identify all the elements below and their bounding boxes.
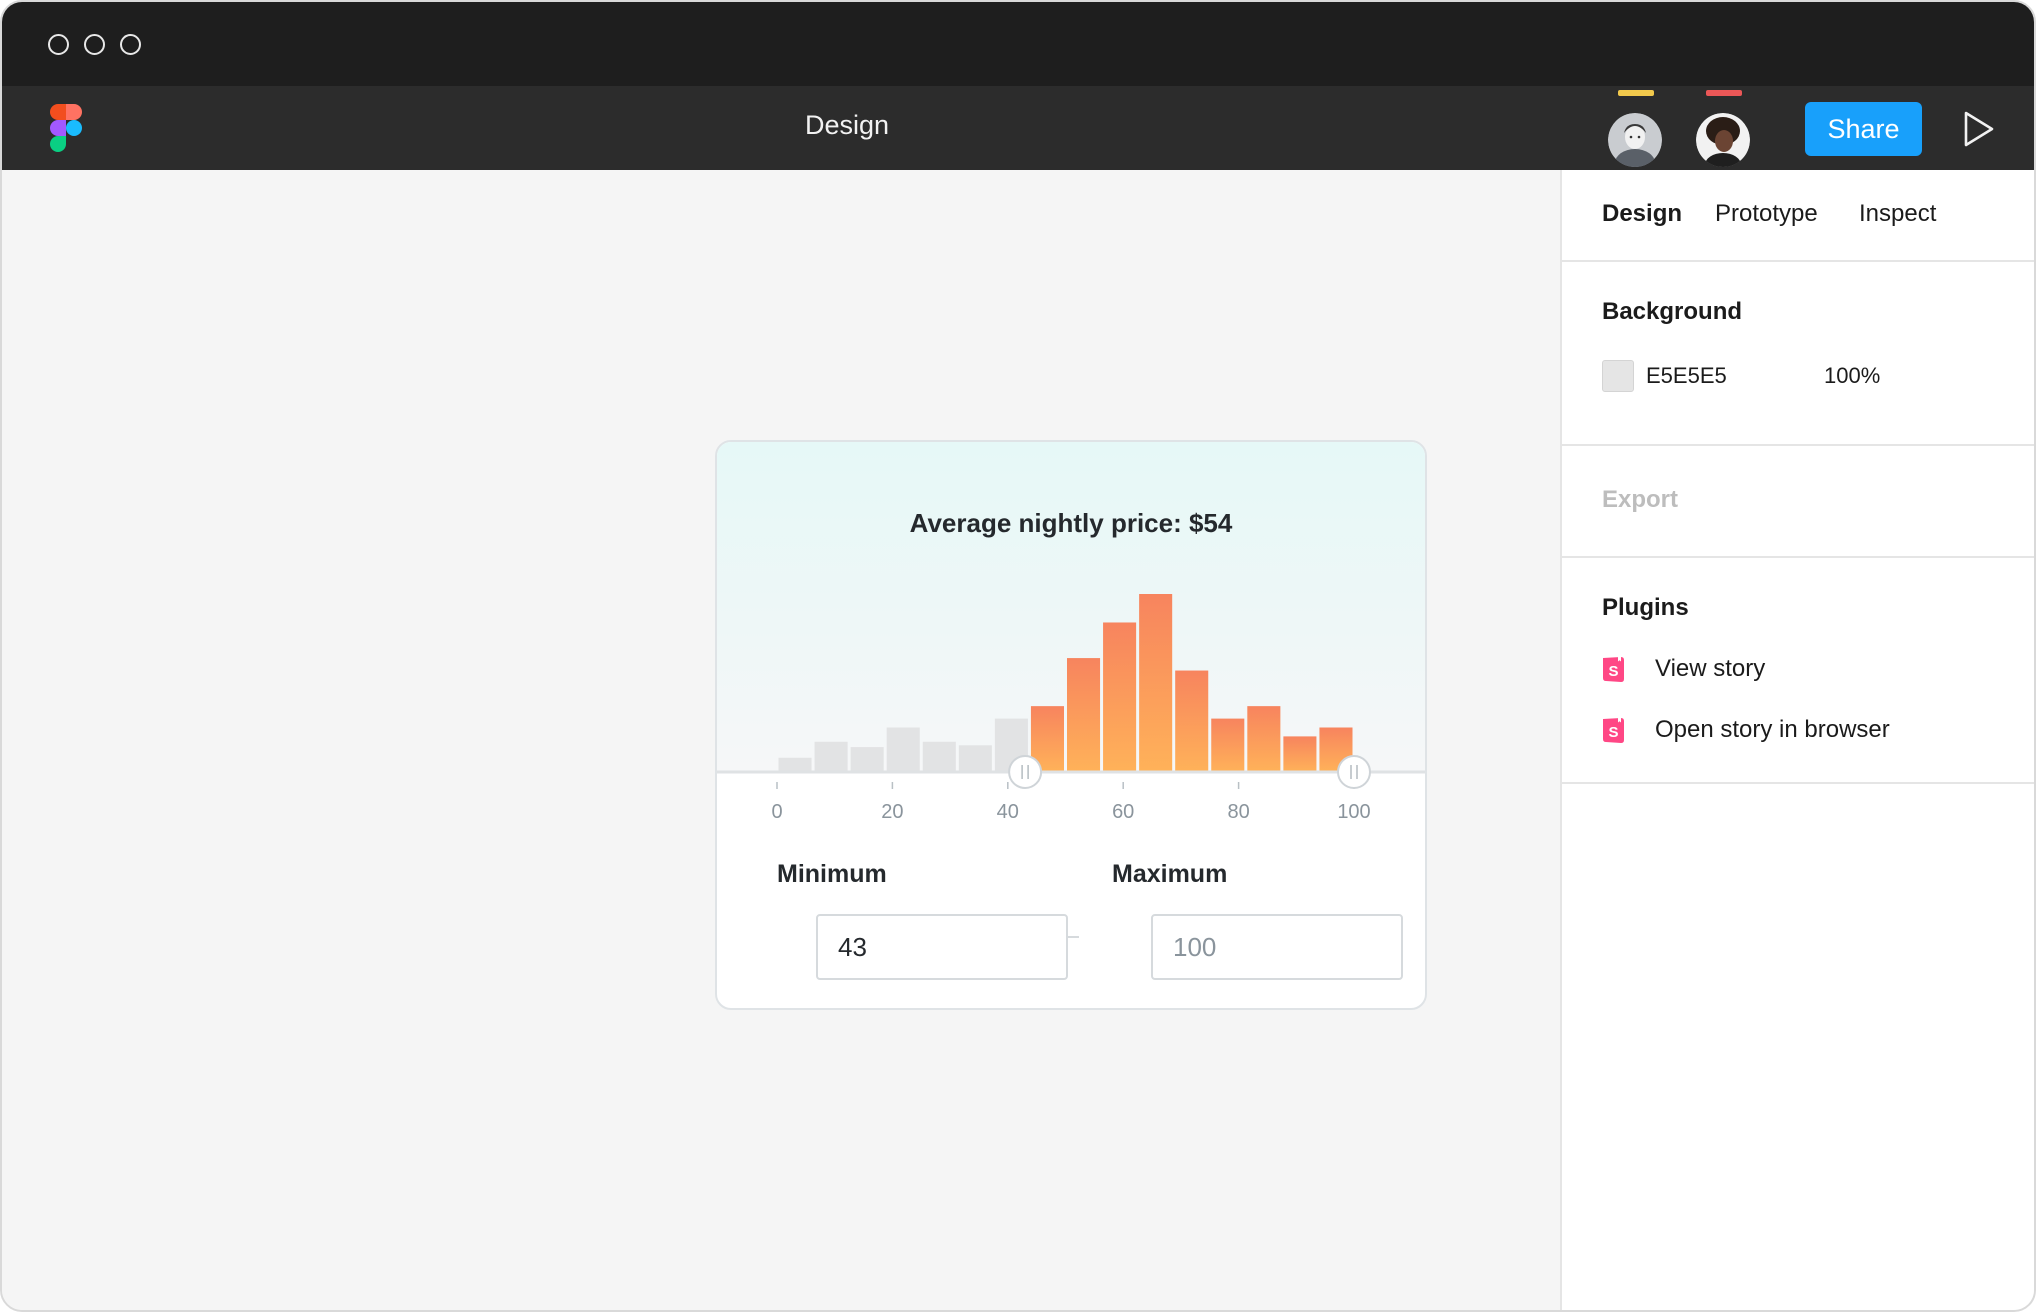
app-window: Design Share Average nightly price: $54 … [0,0,2036,1312]
slider-min-handle[interactable] [1008,755,1043,789]
window-close-button[interactable] [48,34,69,55]
background-opacity-value[interactable]: 100% [1824,363,1880,389]
histogram-bar [1247,706,1281,772]
collaborator-1[interactable] [1608,90,1664,167]
tab-prototype[interactable]: Prototype [1715,200,1818,228]
axis-tick-label: 20 [881,801,903,823]
histogram-bar [1175,670,1209,772]
histogram-bar [1103,622,1137,772]
avatar [1608,113,1662,167]
storybook-icon: S [1603,656,1624,682]
background-hex-value[interactable]: E5E5E5 [1646,363,1727,389]
minimum-price-input[interactable]: 43 [816,914,1068,980]
present-play-icon[interactable] [1962,110,1996,148]
histogram-bar [778,757,812,772]
plugin-item-open-story-in-browser[interactable]: Open story in browser [1655,716,1890,744]
tab-design[interactable]: Design [1602,200,1682,228]
avatar [1696,113,1750,167]
histogram-bar [1211,718,1245,772]
collaborator-1-color-bar [1618,90,1654,96]
price-range-filter-frame[interactable]: Average nightly price: $54 0 20 40 60 80 100 … [715,440,1427,1010]
document-mode-title: Design [804,110,890,140]
plugins-title: Plugins [1602,594,1689,621]
background-section: Background E5E5E5 100% [1562,262,2034,446]
window-maximize-button[interactable] [120,34,141,55]
export-title[interactable]: Export [1602,486,1678,514]
toolbar: Design Share [2,86,2034,170]
histogram-bar [1067,658,1101,772]
slider-max-handle[interactable] [1337,755,1371,789]
axis-tick-label: 40 [997,801,1019,823]
storybook-icon: S [1603,717,1624,743]
panel-tabs: Design Prototype Inspect [1562,170,2034,262]
svg-text:S: S [1608,724,1618,741]
properties-panel: Design Prototype Inspect Background E5E5… [1560,170,2034,1310]
axis-tick-label: 100 [1337,801,1370,823]
maximum-price-input[interactable]: 100 [1151,914,1403,980]
background-color-swatch[interactable] [1602,360,1634,392]
share-button[interactable]: Share [1805,102,1922,156]
histogram-bar [1139,594,1173,772]
window-minimize-button[interactable] [84,34,105,55]
axis-tick-label: 80 [1227,801,1249,823]
collaborator-2-color-bar [1706,90,1742,96]
axis-tick-label: 60 [1112,801,1134,823]
histogram-bar [850,747,884,772]
plugin-item-view-story[interactable]: View story [1655,655,1765,683]
svg-text:S: S [1608,663,1618,680]
histogram-bar [922,741,956,772]
minimum-label: Minimum [777,860,887,888]
window-titlebar [2,2,2034,86]
plugins-section: Plugins S View story S Open story in bro… [1562,558,2034,784]
range-separator [1067,936,1079,938]
price-histogram-chart: 0 20 40 60 80 100 [717,594,1425,823]
axis-tick-label: 0 [771,801,782,823]
background-title: Background [1602,298,1743,325]
export-section[interactable]: Export [1562,446,2034,558]
maximum-label: Maximum [1112,860,1228,888]
tab-inspect[interactable]: Inspect [1859,200,1936,228]
collaborator-2[interactable] [1696,90,1752,167]
histogram-bar [886,727,920,772]
histogram-bar [1283,736,1317,772]
histogram-bar [958,745,992,772]
figma-logo-icon[interactable] [49,104,83,152]
histogram-bar [814,741,848,772]
